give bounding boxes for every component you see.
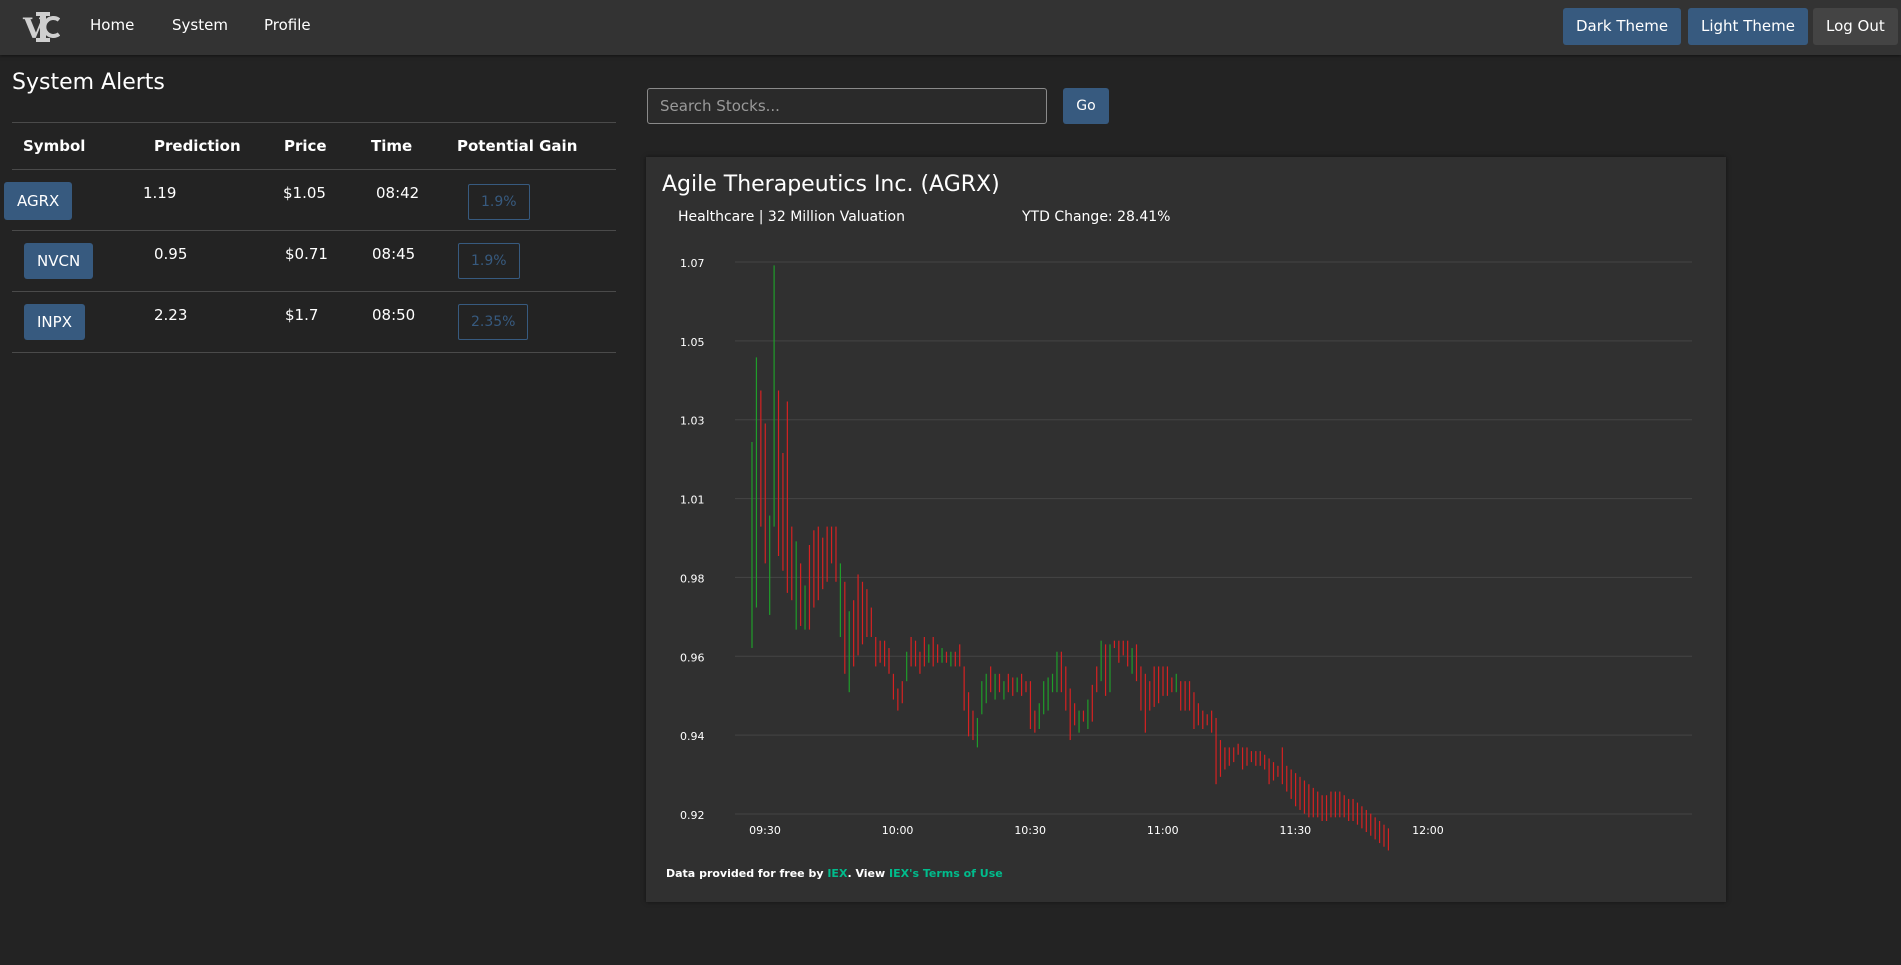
table-header: Symbol Prediction Price Time Potential G… <box>12 122 616 170</box>
column-header-potential-gain: Potential Gain <box>457 137 578 155</box>
y-tick-label: 1.05 <box>680 336 705 349</box>
search-input[interactable] <box>647 88 1047 124</box>
column-header-price: Price <box>284 137 327 155</box>
y-tick-label: 1.01 <box>680 494 705 507</box>
nav-home-link[interactable]: Home <box>90 16 134 34</box>
light-theme-button[interactable]: Light Theme <box>1688 8 1808 45</box>
x-tick-label: 10:00 <box>882 824 914 837</box>
x-tick-label: 11:00 <box>1147 824 1179 837</box>
potential-gain-badge: 2.35% <box>458 304 529 340</box>
data-attribution: Data provided for free by IEX. View IEX'… <box>666 867 1003 880</box>
iex-link[interactable]: IEX <box>827 867 847 880</box>
column-header-symbol: Symbol <box>23 137 86 155</box>
time-value: 08:45 <box>372 245 416 263</box>
system-alerts-title: System Alerts <box>12 70 165 95</box>
table-row: NVCN 0.95 $0.71 08:45 1.9% <box>12 231 616 292</box>
logout-button[interactable]: Log Out <box>1813 8 1898 45</box>
go-button[interactable]: Go <box>1063 88 1109 124</box>
x-tick-label: 12:00 <box>1412 824 1444 837</box>
potential-gain-badge: 1.9% <box>458 243 520 279</box>
y-tick-label: 0.92 <box>680 809 705 822</box>
symbol-button-inpx[interactable]: INPX <box>24 304 85 340</box>
prediction-value: 0.95 <box>154 245 188 263</box>
table-row: INPX 2.23 $1.7 08:50 2.35% <box>12 292 616 353</box>
stock-chart-card: Agile Therapeutics Inc. (AGRX) Healthcar… <box>646 157 1726 902</box>
price-chart: 1.07 1.05 1.03 1.01 0.98 0.96 0.94 0.92 09:30 10:… <box>680 257 1692 851</box>
x-tick-label: 09:30 <box>749 824 781 837</box>
prediction-value: 1.19 <box>143 184 177 202</box>
x-tick-label: 10:30 <box>1014 824 1046 837</box>
y-tick-label: 0.96 <box>680 651 705 664</box>
time-value: 08:50 <box>372 306 416 324</box>
price-value: $0.71 <box>285 245 328 263</box>
potential-gain-badge: 1.9% <box>468 184 530 220</box>
prediction-value: 2.23 <box>154 306 188 324</box>
dark-theme-button[interactable]: Dark Theme <box>1563 8 1682 45</box>
nav-profile-link[interactable]: Profile <box>264 16 311 34</box>
navbar: V Home System Profile Dark Theme Light T… <box>0 0 1901 55</box>
logo-icon[interactable]: V <box>22 10 60 44</box>
symbol-button-agrx[interactable]: AGRX <box>4 182 73 220</box>
attribution-middle: . View <box>847 867 889 880</box>
attribution-prefix: Data provided for free by <box>666 867 828 880</box>
symbol-button-nvcn[interactable]: NVCN <box>24 243 94 279</box>
y-tick-label: 0.94 <box>680 730 705 743</box>
table-row: AGRX 1.19 $1.05 08:42 1.9% <box>4 170 616 231</box>
price-value: $1.05 <box>283 184 326 202</box>
price-value: $1.7 <box>285 306 319 324</box>
nav-system-link[interactable]: System <box>172 16 228 34</box>
iex-terms-link[interactable]: IEX's Terms of Use <box>889 867 1003 880</box>
column-header-prediction: Prediction <box>154 137 241 155</box>
y-tick-label: 0.98 <box>680 572 705 585</box>
time-value: 08:42 <box>376 184 420 202</box>
y-tick-label: 1.03 <box>680 415 705 428</box>
x-tick-label: 11:30 <box>1279 824 1311 837</box>
y-tick-label: 1.07 <box>680 257 705 270</box>
column-header-time: Time <box>371 137 413 155</box>
